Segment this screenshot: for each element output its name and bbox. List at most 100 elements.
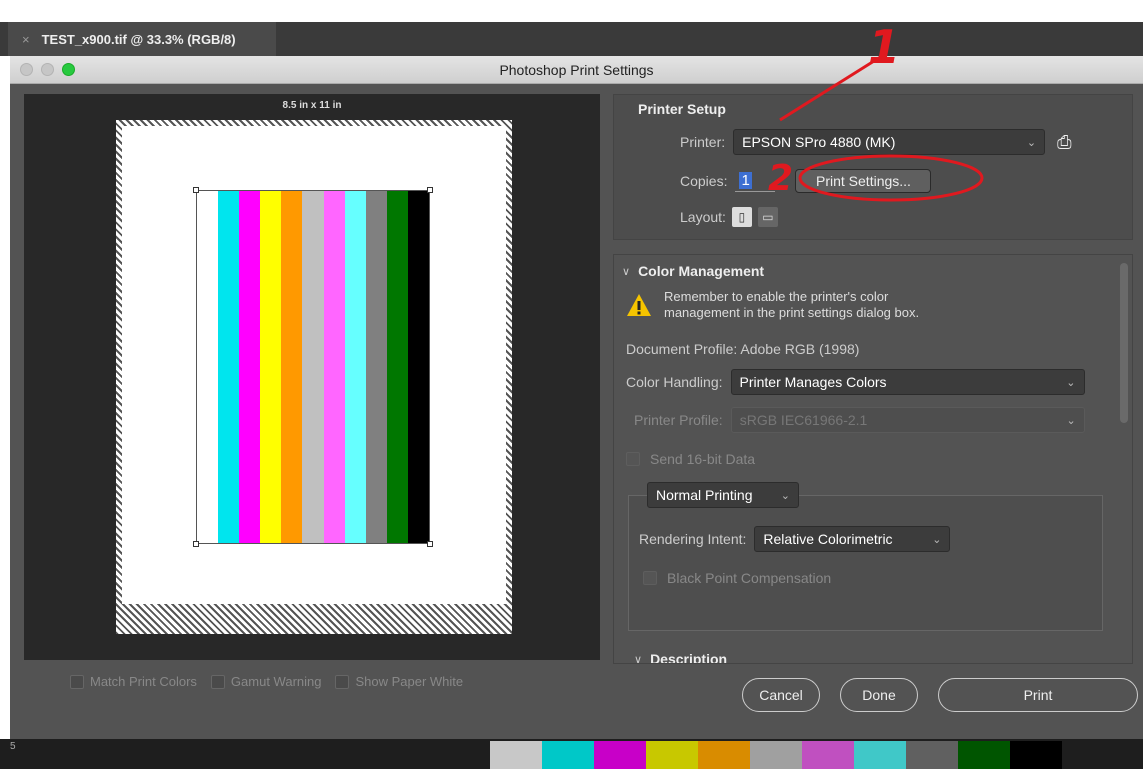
warning-icon [626,293,652,317]
annotation-ellipse [798,154,984,202]
printer-profile-value: sRGB IEC61966-2.1 [739,412,868,428]
close-tab-icon[interactable]: × [22,32,30,47]
description-title: Description [650,651,728,664]
print-button[interactable]: Print [938,678,1138,712]
add-printer-icon[interactable]: ⎙ [1057,132,1071,153]
color-swatch [958,741,1010,769]
color-swatch [750,741,802,769]
color-swatch [646,741,698,769]
image-bounding-box[interactable] [196,190,430,544]
color-swatch-strip: 5 [0,739,1143,769]
color-bar [386,191,408,543]
preview-options: Match Print Colors Gamut Warning Show Pa… [70,674,463,689]
warning-line-2: management in the print settings dialog … [664,305,920,320]
printing-mode-select[interactable]: Normal Printing ⌄ [647,482,799,508]
resize-handle-bottom-right[interactable] [427,541,433,547]
chevron-down-icon: ∨ [634,653,643,664]
rendering-intent-row: Rendering Intent: Relative Colorimetric … [639,526,951,552]
color-bar [260,191,282,543]
color-bar [344,191,366,543]
match-print-colors-option[interactable]: Match Print Colors [70,674,197,689]
send-16bit-label: Send 16-bit Data [650,451,756,467]
color-handling-select[interactable]: Printer Manages Colors ⌄ [730,369,1085,395]
rendering-intent-select[interactable]: Relative Colorimetric ⌄ [754,526,951,552]
warning-line-1: Remember to enable the printer's color [664,289,889,304]
color-handling-value: Printer Manages Colors [739,374,887,390]
color-management-panel: ∨ Color Management Remember to enable th… [613,254,1133,664]
chevron-down-icon: ⌄ [1066,414,1076,427]
color-swatch [542,741,594,769]
show-paper-white-option[interactable]: Show Paper White [335,674,463,689]
annotation-arrow [779,54,883,122]
send-16bit-option[interactable]: Send 16-bit Data [626,451,755,467]
done-button[interactable]: Done [840,678,918,712]
landscape-layout-icon[interactable]: ▭ [757,207,778,227]
resize-handle-bottom-left[interactable] [193,541,199,547]
copies-label: Copies: [680,173,728,189]
printer-profile-select[interactable]: sRGB IEC61966-2.1 ⌄ [730,407,1085,433]
match-print-colors-checkbox[interactable] [70,674,84,689]
color-handling-row: Color Handling: Printer Manages Colors ⌄ [626,369,1085,395]
document-tab-title: TEST_x900.tif @ 33.3% (RGB/8) [41,31,236,47]
color-bar [302,191,324,543]
color-bar [407,191,430,543]
color-swatch [802,741,854,769]
description-header[interactable]: ∨ Description [634,651,728,664]
color-bar [239,191,261,543]
color-bar [323,191,345,543]
layout-label: Layout: [680,209,726,225]
printer-profile-row: Printer Profile: sRGB IEC61966-2.1 ⌄ [634,407,1085,433]
show-paper-white-checkbox[interactable] [335,674,350,689]
color-swatch [906,741,958,769]
color-warning: Remember to enable the printer's color m… [626,289,919,321]
color-swatch [698,741,750,769]
printer-label: Printer: [680,134,726,150]
color-management-title: Color Management [638,263,765,279]
resize-handle-top-left[interactable] [193,187,199,193]
rendering-intent-label: Rendering Intent: [639,531,747,547]
document-profile: Document Profile: Adobe RGB (1998) [626,341,860,357]
chevron-down-icon: ∨ [622,265,631,278]
paper-size-label: 8.5 in x 11 in [282,100,342,111]
color-bar [281,191,303,543]
cancel-button[interactable]: Cancel [742,678,820,712]
unprintable-area [116,604,512,634]
send-16bit-checkbox[interactable] [626,452,640,466]
gamut-warning-option[interactable]: Gamut Warning [210,674,322,689]
chevron-down-icon: ⌄ [1026,136,1037,149]
color-swatch [594,741,646,769]
resize-handle-top-right[interactable] [427,187,433,193]
scrollbar[interactable] [1120,263,1128,423]
portrait-layout-icon[interactable]: ▯ [731,207,752,227]
dialog-title: Photoshop Print Settings [499,62,654,78]
copies-value: 1 [739,172,752,189]
dialog-titlebar: Photoshop Print Settings [10,56,1143,84]
chevron-down-icon: ⌄ [932,533,942,546]
printing-mode-value: Normal Printing [656,487,753,503]
paper-sheet [116,120,512,634]
strip-label: 5 [10,741,16,752]
gamut-warning-checkbox[interactable] [210,674,225,689]
match-print-colors-label: Match Print Colors [90,674,197,689]
printer-profile-label: Printer Profile: [634,412,723,428]
black-point-label: Black Point Compensation [667,570,832,586]
document-tab-bar: × TEST_x900.tif @ 33.3% (RGB/8) [0,22,1143,56]
annotation-number-2: 2 [768,158,794,199]
show-paper-white-label: Show Paper White [355,674,464,689]
printer-setup-title: Printer Setup [638,101,726,117]
color-bar [365,191,387,543]
gamut-warning-label: Gamut Warning [230,674,322,689]
color-swatch [490,741,542,769]
color-management-header[interactable]: ∨ Color Management [622,263,764,279]
layout-row: Layout: ▯ ▭ [680,207,778,227]
color-bar [197,191,219,543]
black-point-option[interactable]: Black Point Compensation [643,570,831,586]
color-swatch [854,741,906,769]
document-tab[interactable]: × TEST_x900.tif @ 33.3% (RGB/8) [8,22,276,56]
chevron-down-icon: ⌄ [780,489,790,502]
rendering-intent-value: Relative Colorimetric [763,531,893,547]
color-swatch [1010,741,1062,769]
chevron-down-icon: ⌄ [1066,376,1076,389]
black-point-checkbox[interactable] [643,571,657,585]
color-bar [218,191,240,543]
